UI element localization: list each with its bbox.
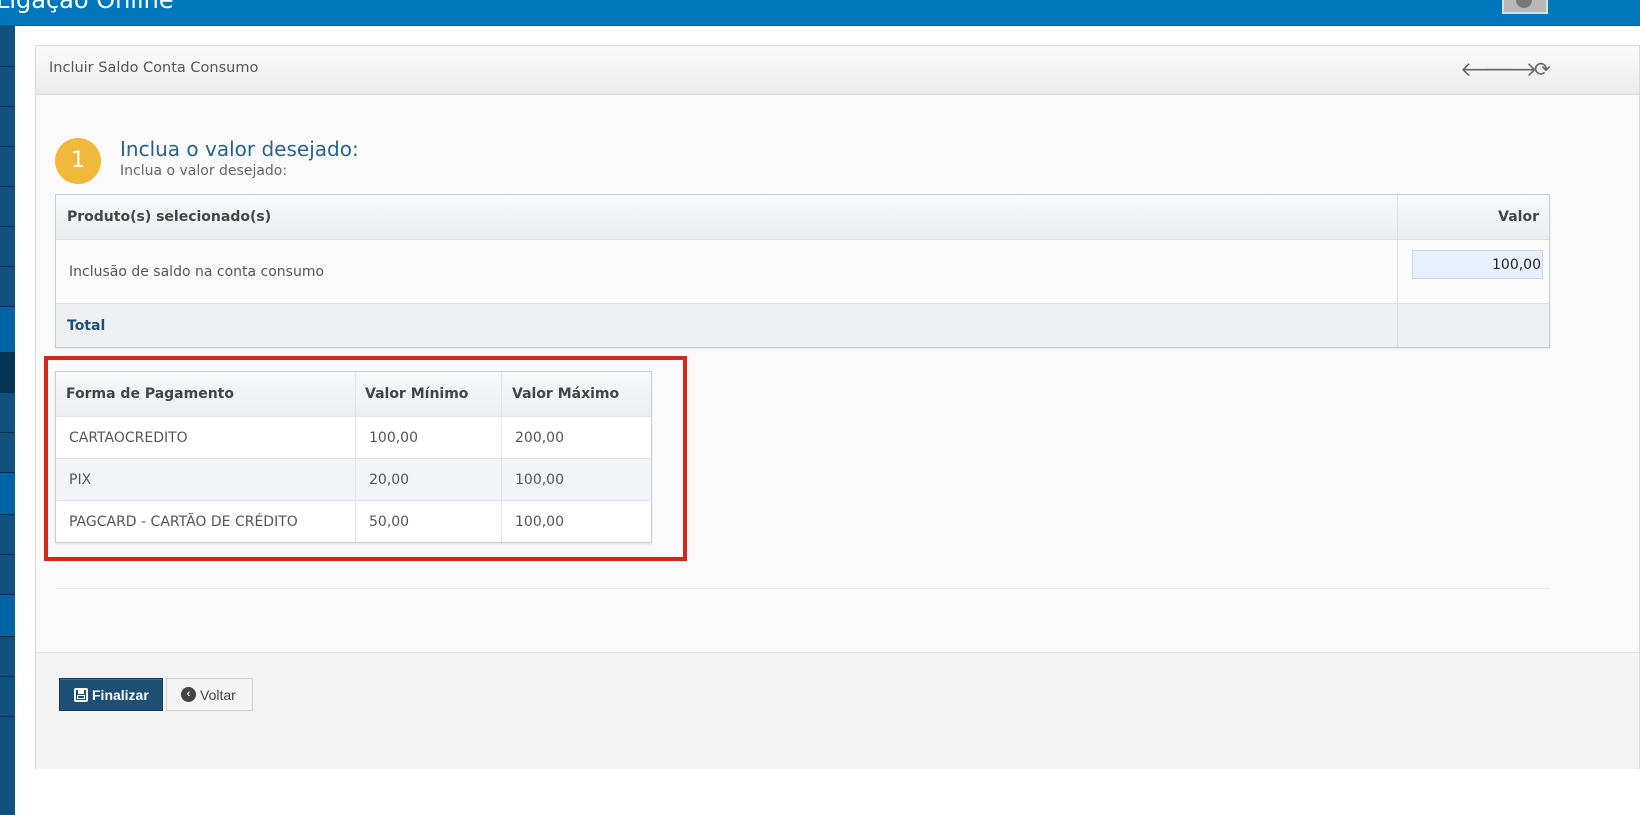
table-row: Inclusão de saldo na conta consumo — [56, 239, 1549, 303]
forma-cell: CARTAOCREDITO — [69, 429, 188, 446]
portlet-title: Incluir Saldo Conta Consumo — [49, 60, 259, 76]
valor-minimo-cell: 50,00 — [355, 501, 501, 542]
column-header-valor: Valor — [1397, 195, 1549, 239]
forma-cell: PAGCARD - CARTÃO DE CRÉDITO — [69, 513, 298, 530]
sidebar-item[interactable] — [0, 636, 15, 677]
sidebar-item[interactable] — [0, 186, 15, 227]
sidebar-item[interactable] — [0, 554, 15, 595]
back-circle-icon: ‹ — [181, 687, 196, 702]
form-actions: Finalizar ‹ Voltar — [36, 652, 1639, 769]
table-row: PAGCARD - CARTÃO DE CRÉDITO 50,00 100,00 — [56, 500, 651, 542]
payment-methods-table: Forma de Pagamento Valor Mínimo Valor Má… — [55, 371, 652, 543]
step-subtitle: Inclua o valor desejado: — [120, 163, 288, 179]
save-icon — [74, 687, 88, 702]
refresh-icon[interactable]: ⟳ — [1534, 59, 1551, 79]
valor-input[interactable] — [1412, 250, 1543, 279]
arrow-right-icon[interactable]: 🡒 — [1484, 59, 1538, 79]
products-table: Produto(s) selecionado(s) Valor Inclusão… — [55, 194, 1550, 348]
sidebar-item[interactable] — [0, 266, 15, 307]
top-navbar: Ligação Online — [0, 0, 1640, 26]
valor-minimo-cell: 20,00 — [355, 459, 501, 500]
table-header-row: Forma de Pagamento Valor Mínimo Valor Má… — [56, 372, 651, 416]
column-header-produto: Produto(s) selecionado(s) — [67, 209, 272, 225]
total-value — [1397, 304, 1549, 347]
sidebar-item[interactable] — [0, 716, 15, 757]
back-button[interactable]: ‹ Voltar — [166, 678, 253, 711]
column-header-valor-minimo: Valor Mínimo — [355, 372, 501, 416]
sidebar-item[interactable] — [0, 352, 15, 393]
sidebar-item[interactable] — [0, 676, 15, 717]
valor-minimo-cell: 100,00 — [355, 417, 501, 458]
sidebar-item[interactable] — [0, 392, 15, 433]
sidebar-item[interactable] — [0, 514, 15, 555]
portlet-header: Incluir Saldo Conta Consumo 🡐 🡒 ⟳ — [36, 46, 1639, 95]
table-row: CARTAOCREDITO 100,00 200,00 — [56, 416, 651, 458]
valor-maximo-cell: 100,00 — [501, 459, 651, 500]
valor-cell — [1397, 240, 1549, 303]
user-avatar-icon[interactable] — [1502, 0, 1548, 14]
total-label: Total — [67, 317, 106, 334]
sidebar — [0, 26, 15, 815]
column-header-forma: Forma de Pagamento — [66, 386, 234, 402]
back-button-label: Voltar — [200, 686, 236, 703]
step-title: Inclua o valor desejado: — [120, 137, 359, 161]
total-row: Total — [56, 303, 1549, 347]
sidebar-item[interactable] — [0, 594, 15, 637]
app-title: Ligação Online — [0, 0, 174, 14]
sidebar-item[interactable] — [0, 432, 15, 473]
table-header-row: Produto(s) selecionado(s) Valor — [56, 195, 1549, 239]
finalize-button[interactable]: Finalizar — [59, 678, 163, 711]
sidebar-item[interactable] — [0, 226, 15, 267]
forma-cell: PIX — [69, 471, 92, 488]
valor-maximo-cell: 200,00 — [501, 417, 651, 458]
column-header-valor-maximo: Valor Máximo — [501, 372, 651, 416]
sidebar-item[interactable] — [0, 66, 15, 107]
sidebar-item[interactable] — [0, 106, 15, 147]
sidebar-item[interactable] — [0, 472, 15, 515]
valor-maximo-cell: 100,00 — [501, 501, 651, 542]
section-divider — [55, 588, 1550, 589]
sidebar-item[interactable] — [0, 146, 15, 187]
sidebar-item-active[interactable] — [0, 306, 15, 353]
produto-cell: Inclusão de saldo na conta consumo — [69, 263, 325, 280]
table-row: PIX 20,00 100,00 — [56, 458, 651, 500]
finalize-button-label: Finalizar — [92, 686, 149, 703]
step-number-badge: 1 — [55, 138, 101, 184]
portlet: Incluir Saldo Conta Consumo 🡐 🡒 ⟳ 1 Incl… — [35, 45, 1640, 769]
